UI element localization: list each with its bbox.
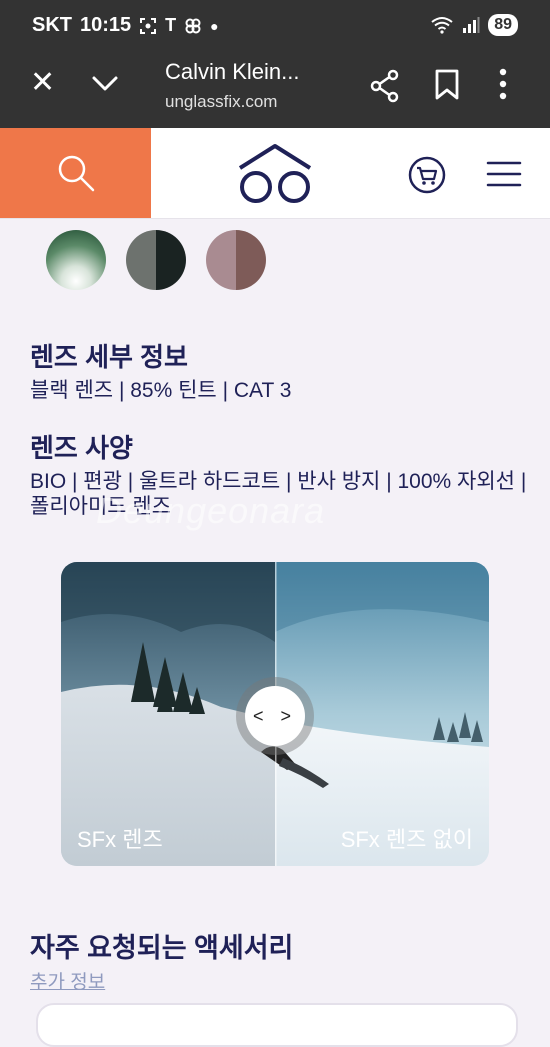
browser-toolbar: ✕ Calvin Klein... unglassfix.com	[0, 52, 550, 128]
dot-icon: ●	[210, 17, 219, 34]
cart-icon[interactable]	[408, 156, 446, 194]
site-header	[0, 128, 550, 219]
clock: 10:15	[80, 14, 132, 36]
chevron-down-icon[interactable]	[90, 68, 120, 98]
hamburger-menu-icon[interactable]	[486, 161, 522, 187]
bookmark-icon[interactable]	[434, 69, 460, 101]
more-options-icon[interactable]	[498, 67, 508, 101]
lens-swatches	[46, 230, 266, 290]
signal-icon	[463, 17, 480, 33]
lens-compare-slider[interactable]: < > SFx 렌즈 SFx 렌즈 없이	[61, 562, 489, 866]
swatch-rose[interactable]	[206, 230, 266, 290]
compare-left-label: SFx 렌즈	[77, 827, 163, 852]
wifi-icon	[431, 17, 453, 34]
pinwheel-icon	[185, 18, 201, 33]
screenshot-icon	[140, 17, 157, 34]
watermark: Deungeonara	[96, 490, 326, 531]
brand-logo[interactable]	[236, 142, 314, 206]
search-icon	[58, 155, 94, 192]
battery-indicator: 89	[488, 14, 518, 36]
accessories-title: 자주 요청되는 액세서리	[30, 933, 294, 963]
share-icon[interactable]	[370, 69, 400, 103]
close-icon[interactable]: ✕	[30, 68, 55, 98]
swatch-grey[interactable]	[126, 230, 186, 290]
lens-details-title: 렌즈 세부 정보	[30, 342, 188, 372]
swatch-green[interactable]	[46, 230, 106, 290]
carrier: SKT	[32, 14, 72, 36]
lens-details: 렌즈 세부 정보 블랙 렌즈 | 85% 틴트 | CAT 3	[30, 337, 291, 403]
accessories-section: 자주 요청되는 액세서리 추가 정보	[30, 926, 293, 994]
page-url[interactable]: unglassfix.com	[165, 92, 277, 112]
search-button[interactable]	[0, 128, 151, 218]
slider-handle-ring[interactable]: < >	[236, 677, 314, 755]
slider-handle[interactable]: < >	[245, 686, 305, 746]
lens-details-text: 블랙 렌즈 | 85% 틴트 | CAT 3	[30, 379, 292, 402]
more-info-link[interactable]: 추가 정보	[30, 967, 105, 994]
lens-specs-title: 렌즈 사양	[30, 433, 133, 463]
page-title: Calvin Klein...	[165, 59, 300, 84]
status-bar: SKT 10:15 T ● 89	[0, 0, 550, 52]
compare-right-label: SFx 렌즈 없이	[340, 827, 473, 852]
t-icon: T	[165, 15, 177, 35]
accessory-card[interactable]	[36, 1003, 518, 1047]
